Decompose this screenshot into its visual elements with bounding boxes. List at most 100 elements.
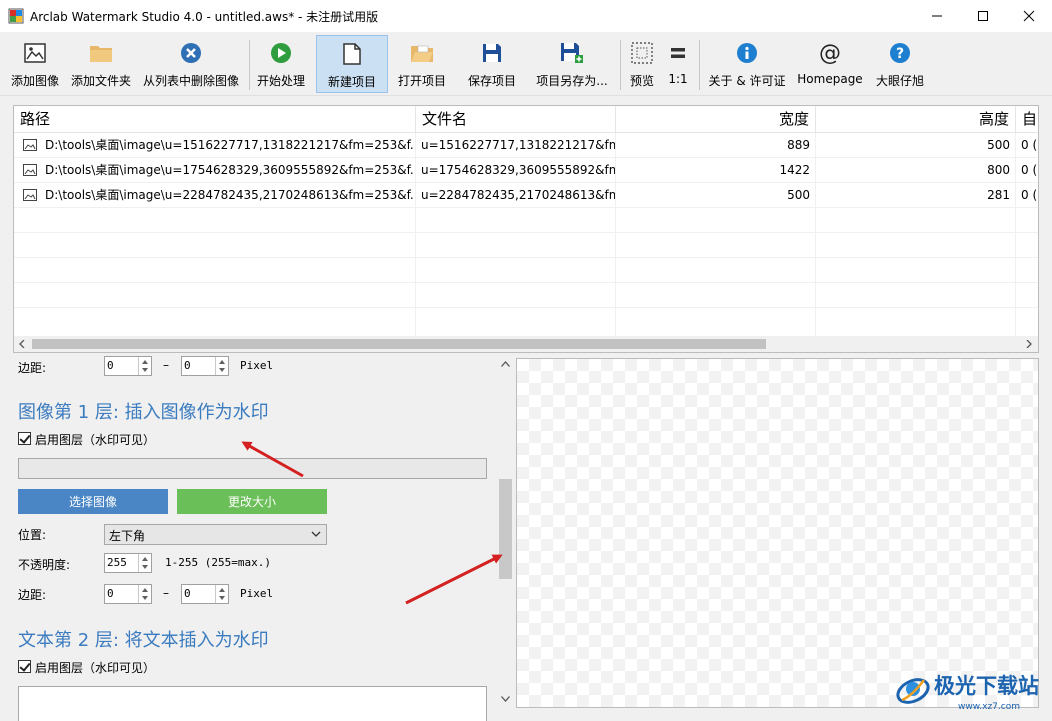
margin-y-stepper[interactable]: 0 bbox=[181, 356, 229, 376]
image-file-icon bbox=[23, 164, 37, 176]
app-window: Arclab Watermark Studio 4.0 - untitled.a… bbox=[0, 0, 1052, 721]
watermark-logo-icon bbox=[896, 678, 930, 704]
close-button[interactable] bbox=[1006, 0, 1052, 32]
margin-y-value: 0 bbox=[184, 359, 191, 372]
margin-label: 边距: bbox=[18, 361, 47, 375]
cell-filename: u=2284782435,2170248613&fm=253&f... bbox=[416, 183, 616, 208]
preview-icon bbox=[631, 42, 653, 64]
actual-size-button[interactable]: 1:1 bbox=[662, 35, 694, 93]
chevron-down-icon bbox=[311, 531, 321, 537]
new-document-icon bbox=[343, 43, 361, 65]
layer1-margin-y-stepper[interactable]: 0 bbox=[181, 584, 229, 604]
new-project-button[interactable]: 新建项目 bbox=[316, 35, 388, 93]
opacity-stepper[interactable]: 255 bbox=[104, 553, 152, 573]
minimize-button[interactable] bbox=[914, 0, 960, 32]
preview-label: 预览 bbox=[629, 74, 654, 88]
table-row[interactable]: D:\tools\桌面\image\u=1516227717,131822121… bbox=[14, 133, 1038, 158]
layer1-image-path-field[interactable] bbox=[18, 458, 487, 479]
start-processing-button[interactable]: 开始处理 bbox=[252, 35, 310, 93]
homepage-button[interactable]: @ Homepage bbox=[794, 35, 866, 93]
open-project-button[interactable]: 打开项目 bbox=[392, 35, 452, 93]
scroll-left-icon[interactable] bbox=[18, 340, 26, 348]
panel-vertical-scrollbar[interactable] bbox=[497, 356, 514, 721]
position-label: 位置: bbox=[18, 528, 47, 542]
pixel-unit-label: Pixel bbox=[240, 587, 274, 600]
layer2-enable-checkbox[interactable] bbox=[18, 660, 31, 673]
settings-panel: 边距: 0 – 0 Pixel 图像第 1 层: 插入图像作为水印 启用图层（水… bbox=[0, 356, 514, 721]
add-folder-label: 添加文件夹 bbox=[70, 74, 131, 88]
pixel-unit-label: Pixel bbox=[240, 359, 274, 372]
open-folder-icon bbox=[411, 45, 433, 62]
select-image-button[interactable]: 选择图像 bbox=[18, 489, 168, 514]
stepper-up-icon[interactable] bbox=[219, 360, 225, 364]
layer1-margin-x-value: 0 bbox=[107, 587, 114, 600]
stepper-down-icon[interactable] bbox=[142, 596, 148, 600]
image-file-icon bbox=[23, 139, 37, 151]
watermark-text: 极光下载站 bbox=[934, 674, 1039, 698]
stepper-down-icon[interactable] bbox=[219, 596, 225, 600]
layer1-margin-label: 边距: bbox=[18, 588, 47, 602]
add-image-icon bbox=[24, 43, 46, 63]
column-header-extra[interactable]: 自 bbox=[1016, 106, 1038, 133]
maximize-icon bbox=[978, 11, 988, 21]
table-row[interactable]: D:\tools\桌面\image\u=1754628329,360955589… bbox=[14, 158, 1038, 183]
empty-row bbox=[14, 283, 1038, 308]
open-project-label: 打开项目 bbox=[397, 74, 446, 88]
position-dropdown[interactable]: 左下角 bbox=[104, 524, 327, 545]
layer2-enable-label: 启用图层（水印可见） bbox=[35, 661, 156, 675]
stepper-down-icon[interactable] bbox=[219, 368, 225, 372]
layer1-margin-x-stepper[interactable]: 0 bbox=[104, 584, 152, 604]
remove-image-label: 从列表中删除图像 bbox=[142, 74, 239, 88]
column-header-height[interactable]: 高度 bbox=[816, 106, 1016, 133]
stepper-up-icon[interactable] bbox=[142, 588, 148, 592]
about-license-button[interactable]: 关于 & 许可证 bbox=[704, 35, 790, 93]
close-icon bbox=[1023, 10, 1035, 22]
at-icon: @ bbox=[819, 40, 841, 66]
save-project-as-button[interactable]: 项目另存为... bbox=[533, 35, 611, 93]
add-folder-button[interactable]: 添加文件夹 bbox=[68, 35, 134, 93]
resize-button[interactable]: 更改大小 bbox=[177, 489, 327, 514]
help-button[interactable]: ? 大眼仔旭 bbox=[870, 35, 930, 93]
margin-x-stepper[interactable]: 0 bbox=[104, 356, 152, 376]
stepper-down-icon[interactable] bbox=[142, 565, 148, 569]
preview-button[interactable]: 预览 bbox=[625, 35, 659, 93]
save-as-icon bbox=[561, 43, 583, 63]
stepper-up-icon[interactable] bbox=[142, 360, 148, 364]
layer2-text-field[interactable] bbox=[18, 686, 487, 721]
add-image-button[interactable]: 添加图像 bbox=[6, 35, 64, 93]
scroll-down-icon[interactable] bbox=[501, 696, 510, 702]
column-header-width[interactable]: 宽度 bbox=[616, 106, 816, 133]
stepper-up-icon[interactable] bbox=[142, 557, 148, 561]
table-row[interactable]: D:\tools\桌面\image\u=2284782435,217024861… bbox=[14, 183, 1038, 208]
play-icon bbox=[271, 43, 291, 63]
stepper-up-icon[interactable] bbox=[219, 588, 225, 592]
cell-height: 800 bbox=[816, 158, 1016, 183]
horizontal-scrollbar[interactable] bbox=[14, 336, 1038, 352]
site-watermark: 极光下载站 www.xz7.com bbox=[892, 668, 1052, 720]
maximize-button[interactable] bbox=[960, 0, 1006, 32]
preview-canvas[interactable] bbox=[516, 358, 1039, 708]
scroll-right-icon[interactable] bbox=[1025, 340, 1033, 348]
opacity-value: 255 bbox=[107, 556, 127, 569]
empty-row bbox=[14, 258, 1038, 283]
toolbar-separator bbox=[249, 40, 250, 90]
empty-row bbox=[14, 208, 1038, 233]
image-list-table[interactable]: 路径 文件名 宽度 高度 自 D:\tools\桌面\image\u=15162… bbox=[13, 105, 1039, 353]
scroll-up-icon[interactable] bbox=[501, 361, 510, 367]
layer1-enable-label: 启用图层（水印可见） bbox=[35, 433, 156, 447]
actual-size-icon bbox=[671, 48, 685, 58]
toolbar-separator bbox=[620, 40, 621, 90]
column-header-path[interactable]: 路径 bbox=[14, 106, 416, 133]
layer1-enable-checkbox[interactable] bbox=[18, 432, 31, 445]
help-label: 大眼仔旭 bbox=[875, 74, 924, 88]
cell-width: 500 bbox=[616, 183, 816, 208]
horizontal-scroll-thumb[interactable] bbox=[32, 339, 766, 349]
panel-scroll-thumb[interactable] bbox=[499, 479, 512, 579]
column-header-filename[interactable]: 文件名 bbox=[416, 106, 616, 133]
cell-extra: 0 ( bbox=[1016, 183, 1038, 208]
cell-width: 889 bbox=[616, 133, 816, 158]
save-project-button[interactable]: 保存项目 bbox=[462, 35, 522, 93]
remove-image-button[interactable]: 从列表中删除图像 bbox=[138, 35, 244, 93]
stepper-down-icon[interactable] bbox=[142, 368, 148, 372]
cell-filename: u=1516227717,1318221217&fm=253&f... bbox=[416, 133, 616, 158]
